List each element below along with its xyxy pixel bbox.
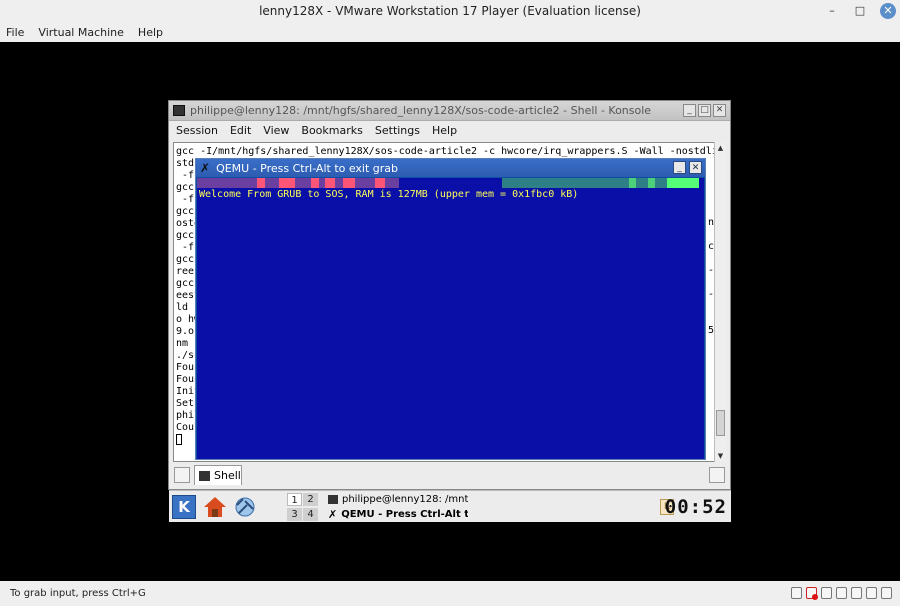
host-window-title: lenny128X - VMware Workstation 17 Player… (259, 4, 641, 18)
status-bar-segment (636, 178, 648, 188)
qemu-x-icon: ✗ (200, 161, 211, 175)
tab-shell-label: Shell (214, 469, 241, 482)
qemu-guest-screen[interactable]: Welcome From GRUB to SOS, RAM is 127MB (… (197, 178, 704, 459)
printer-icon[interactable] (866, 587, 877, 599)
konsole-minimize-button[interactable]: _ (683, 104, 696, 117)
sound-card-icon[interactable] (851, 587, 862, 599)
konsole-menu-view[interactable]: View (263, 124, 289, 137)
device-tray (791, 587, 892, 600)
qemu-minimize-button[interactable]: _ (673, 161, 686, 174)
close-tab-icon[interactable] (709, 467, 725, 483)
status-bar-segment (375, 178, 385, 188)
konsole-menu-bar: Session Edit View Bookmarks Settings Hel… (169, 121, 730, 139)
taskbar-item-qemu[interactable]: ✗ QEMU - Press Ctrl-Alt to (328, 507, 468, 521)
menu-virtual-machine[interactable]: Virtual Machine (38, 26, 124, 39)
qemu-window: ✗ QEMU - Press Ctrl-Alt to exit grab _ ✕… (195, 158, 706, 460)
scroll-up-arrow-icon[interactable]: ▲ (715, 142, 726, 154)
desktop-1[interactable]: 1 (287, 493, 302, 506)
konsole-menu-bookmarks[interactable]: Bookmarks (301, 124, 362, 137)
taskbar-item-label: QEMU - Press Ctrl-Alt to (341, 508, 468, 520)
status-bar-segment (655, 178, 667, 188)
desktop-3[interactable]: 3 (287, 508, 302, 521)
menu-file[interactable]: File (6, 26, 24, 39)
terminal-icon (199, 470, 210, 481)
hard-disk-icon[interactable] (791, 587, 802, 599)
terminal-line: gcc -I/mnt/hgfs/shared_lenny128X/sos-cod… (176, 146, 719, 157)
network-adapter-icon[interactable] (821, 587, 832, 599)
taskbar-item-label: philippe@lenny128: /mnt/hg (342, 493, 468, 505)
status-bar-segment (197, 178, 257, 188)
qemu-title-bar[interactable]: ✗ QEMU - Press Ctrl-Alt to exit grab _ ✕ (196, 159, 705, 177)
status-bar-segment (311, 178, 319, 188)
konsole-title: philippe@lenny128: /mnt/hgfs/shared_lenn… (190, 104, 652, 117)
konqueror-icon[interactable] (233, 495, 257, 519)
terminal-scrollbar[interactable]: ▲ ▼ (714, 142, 726, 462)
desktop-4[interactable]: 4 (303, 508, 318, 521)
minimize-button[interactable]: – (824, 3, 840, 19)
konsole-maximize-button[interactable]: □ (698, 104, 711, 117)
konsole-menu-session[interactable]: Session (176, 124, 218, 137)
status-message: To grab input, press Ctrl+G (10, 588, 146, 599)
close-button[interactable]: ✕ (880, 3, 896, 19)
status-bar-segment (667, 178, 699, 188)
status-bar-segment (385, 178, 399, 188)
menu-help[interactable]: Help (138, 26, 163, 39)
konsole-menu-settings[interactable]: Settings (375, 124, 420, 137)
status-bar-segment (629, 178, 636, 188)
qemu-x-icon: ✗ (328, 507, 338, 521)
home-icon[interactable] (203, 495, 227, 519)
host-menu-bar: File Virtual Machine Help (0, 22, 900, 42)
tab-shell[interactable]: Shell (194, 465, 242, 485)
konsole-title-bar[interactable]: philippe@lenny128: /mnt/hgfs/shared_lenn… (169, 101, 730, 121)
status-bar-segment (502, 178, 629, 188)
terminal-icon (328, 494, 338, 504)
taskbar-item-konsole[interactable]: philippe@lenny128: /mnt/hg (328, 492, 468, 506)
qemu-title: QEMU - Press Ctrl-Alt to exit grab (216, 161, 399, 175)
scroll-down-arrow-icon[interactable]: ▼ (715, 450, 726, 462)
konsole-menu-edit[interactable]: Edit (230, 124, 251, 137)
cd-drive-icon[interactable] (806, 587, 818, 600)
status-bar-segment (295, 178, 311, 188)
konsole-app-icon (173, 105, 185, 116)
host-status-bar: To grab input, press Ctrl+G (0, 581, 900, 606)
panel-clock[interactable]: 00:52 (665, 497, 727, 517)
konsole-tab-bar: Shell (169, 464, 730, 488)
status-bar-segment (325, 178, 335, 188)
qemu-status-bar (197, 178, 704, 188)
scrollbar-thumb[interactable] (716, 410, 725, 436)
status-bar-segment (343, 178, 355, 188)
status-bar-segment (279, 178, 295, 188)
new-tab-icon[interactable] (174, 467, 190, 483)
kde-panel: K 1 2 3 4 philippe@lenny128: /mnt/hg ✗ Q… (169, 490, 731, 522)
kmenu-icon[interactable]: K (172, 495, 196, 519)
usb-icon[interactable] (836, 587, 847, 599)
maximize-button[interactable]: □ (852, 3, 868, 19)
konsole-close-button[interactable]: ✕ (713, 104, 726, 117)
status-bar-segment (648, 178, 655, 188)
desktop-2[interactable]: 2 (303, 493, 318, 506)
status-bar-segment (257, 178, 265, 188)
qemu-close-button[interactable]: ✕ (689, 161, 702, 174)
status-bar-segment (265, 178, 279, 188)
host-title-bar: lenny128X - VMware Workstation 17 Player… (0, 0, 900, 22)
status-bar-segment (355, 178, 375, 188)
status-bar-segment (335, 178, 343, 188)
konsole-menu-help[interactable]: Help (432, 124, 457, 137)
terminal-cursor (176, 434, 182, 445)
display-icon[interactable] (881, 587, 892, 599)
guest-welcome-message: Welcome From GRUB to SOS, RAM is 127MB (… (199, 189, 579, 200)
